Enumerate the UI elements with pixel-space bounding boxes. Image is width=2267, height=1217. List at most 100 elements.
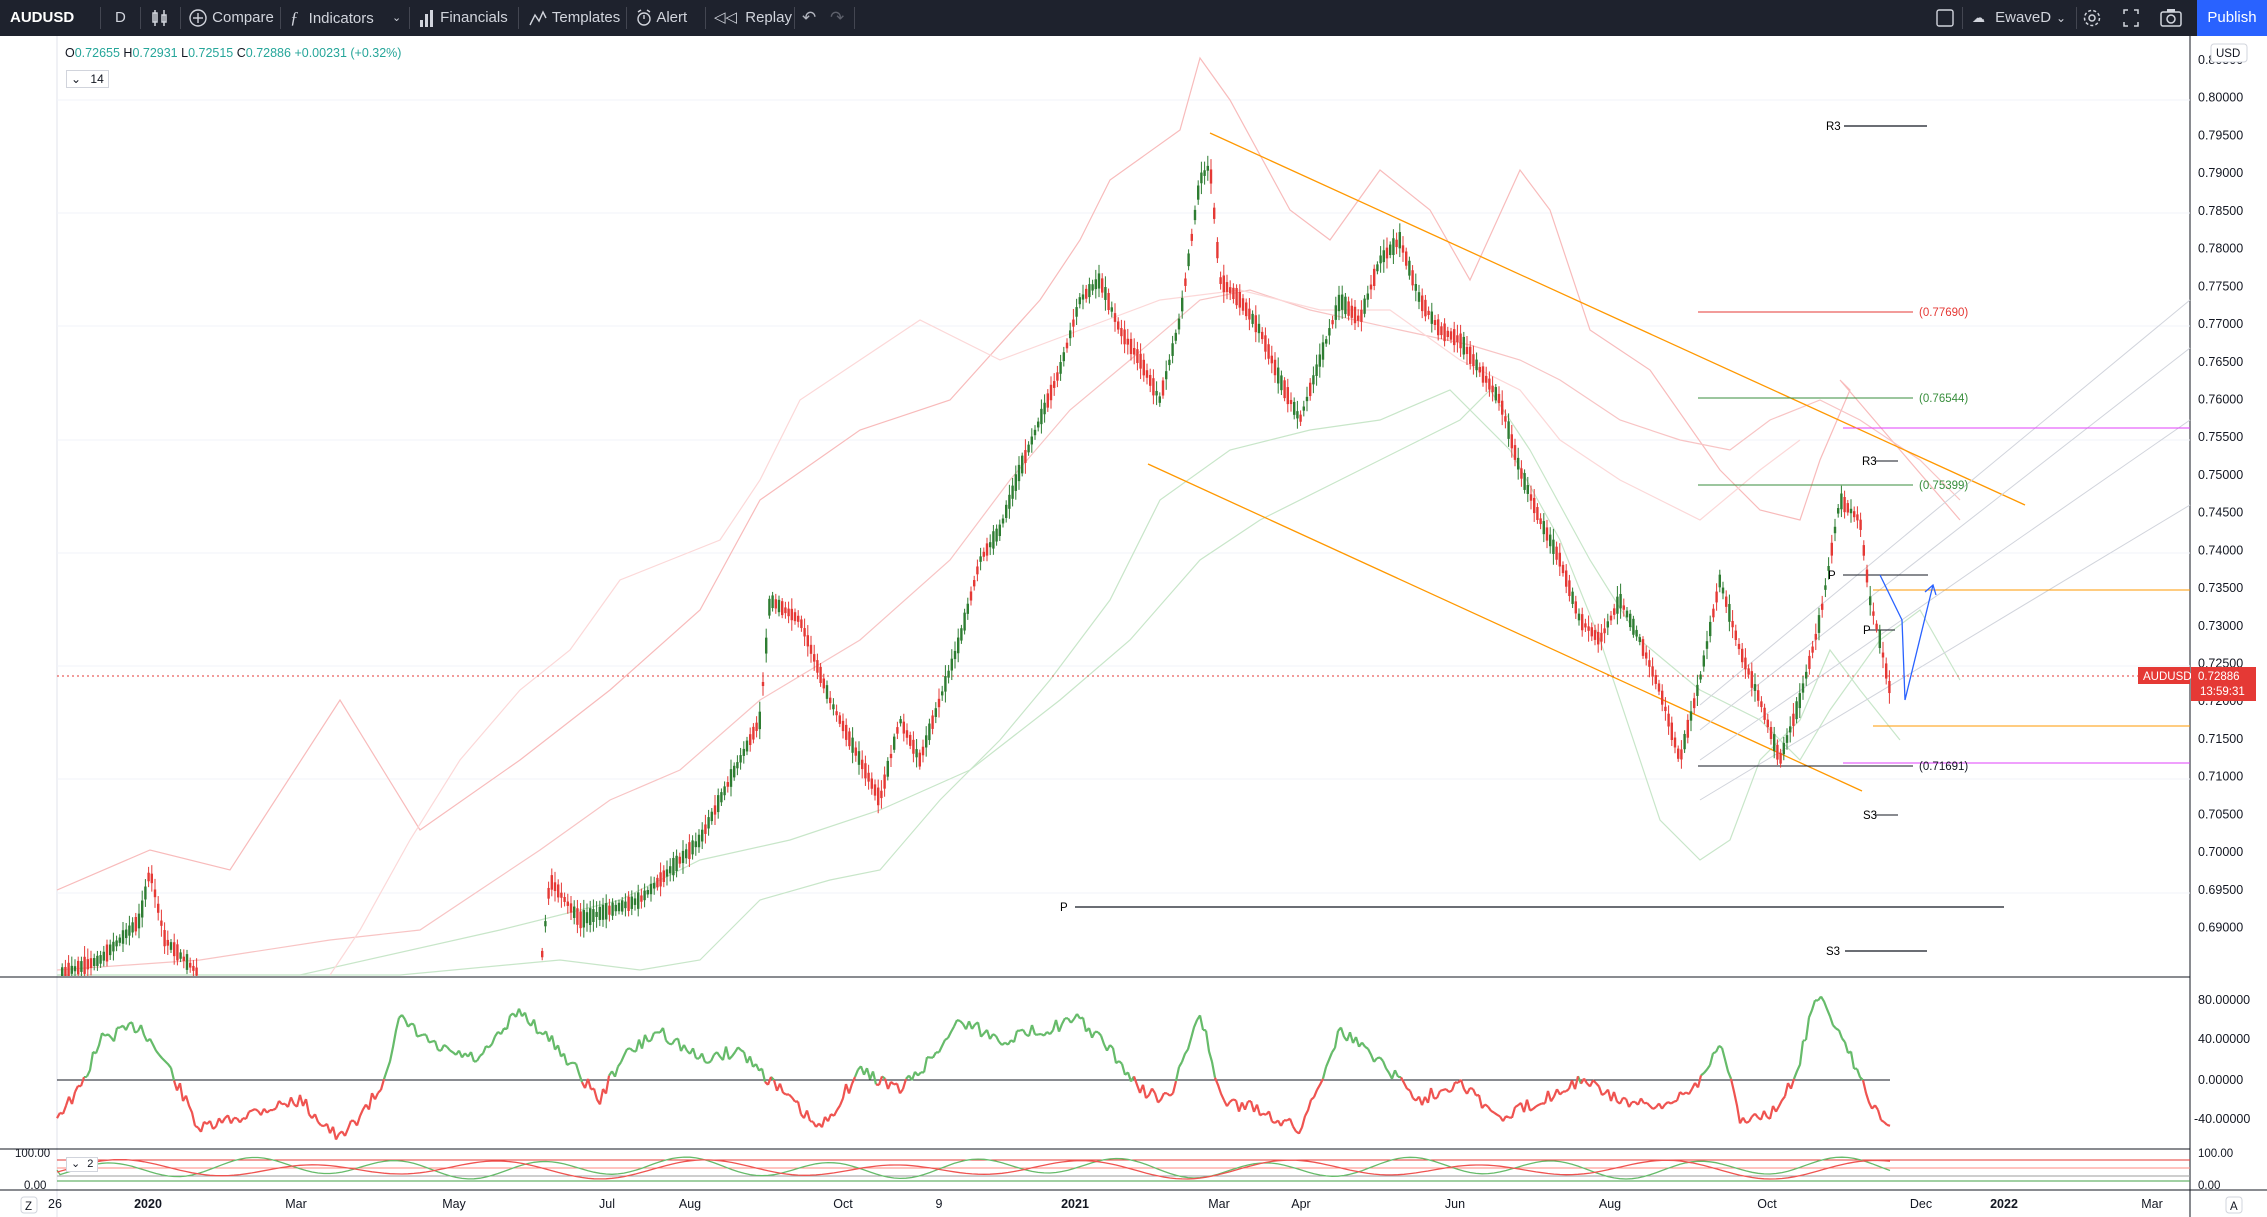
candle-body	[982, 551, 985, 557]
price-axis[interactable]: 0.805000.800000.795000.790000.785000.780…	[2198, 53, 2243, 935]
candle-body	[569, 903, 573, 913]
time-axis[interactable]: 26 2020 Mar May Jul Aug Oct 9 2021 Mar Apr Jun Aug Oc…	[48, 1197, 2163, 1211]
pivot-small2-label: P	[1863, 625, 1871, 637]
candle-body	[768, 598, 771, 616]
financials-button[interactable]: Financials	[418, 0, 508, 36]
candle-body	[630, 896, 633, 909]
interval-button[interactable]: D	[115, 0, 126, 36]
osc-line-negative	[56, 1075, 1891, 1141]
fib-level-1: (0.77690)	[1919, 307, 1968, 319]
currency-selector[interactable]: USD	[2210, 43, 2248, 63]
candle-body	[694, 841, 697, 848]
candle-body	[1245, 302, 1248, 317]
candle-body	[1571, 591, 1574, 604]
candle-body	[787, 608, 790, 617]
candle-body	[1632, 618, 1635, 635]
symbol-search[interactable]: AUDUSD	[10, 0, 74, 36]
candle-body	[77, 960, 80, 975]
stoch-param: 2	[87, 1158, 94, 1170]
fib-level-2: (0.76544)	[1919, 393, 1968, 405]
candle-body	[912, 739, 915, 754]
candle-body	[121, 930, 125, 944]
camera-icon[interactable]	[2159, 0, 2183, 36]
layout-button[interactable]: ☁ EwaveD	[1972, 0, 2051, 36]
chevron-down-icon[interactable]: ⌄	[392, 0, 401, 36]
indicators-button[interactable]: ƒ Indicators	[290, 0, 374, 36]
publish-button[interactable]: Publish	[2197, 0, 2267, 36]
projection-path[interactable]	[1879, 574, 1934, 701]
candle-body	[1088, 284, 1091, 298]
stoch-axis[interactable]: 100.00 0.00 100.00 0.00	[15, 1148, 2233, 1192]
chevron-down-icon[interactable]: ⌄	[71, 72, 81, 86]
candle-body	[928, 723, 931, 741]
alert-button[interactable]: Alert	[635, 0, 687, 36]
toolbar-divider	[854, 7, 855, 29]
chart-canvas[interactable]: R3 P S3 R3 P P S3 (0.77690) (0.76544) (0…	[0, 36, 2267, 1217]
redo-icon[interactable]: ↷	[830, 0, 844, 36]
add-icon	[189, 9, 207, 27]
financials-label: Financials	[440, 9, 508, 26]
candle-body	[784, 607, 787, 614]
trend-channel[interactable]	[1147, 132, 2026, 792]
indicator-legend[interactable]: ⌄ 14	[66, 70, 109, 88]
candle-body	[1865, 569, 1869, 583]
candle-body	[1408, 260, 1411, 276]
fullscreen-toggle-icon[interactable]	[1935, 0, 1955, 36]
stoch-legend[interactable]: ⌄ 2	[66, 1157, 99, 1172]
candle-body	[1142, 359, 1145, 376]
candle-body	[1885, 663, 1888, 679]
candle-body	[761, 681, 765, 687]
maximize-icon[interactable]	[2121, 0, 2141, 36]
s3-label: S3	[1826, 946, 1840, 958]
candle-body	[182, 956, 185, 961]
candle-body	[102, 951, 105, 961]
candle-body	[781, 601, 784, 616]
price-tick: 0.73500	[2198, 581, 2243, 595]
candle-body	[989, 542, 992, 548]
candle-body	[550, 875, 553, 890]
candle-body	[1315, 364, 1318, 376]
osc-axis[interactable]: 80.00000 40.00000 0.00000 -40.00000	[2194, 993, 2250, 1126]
candle-body	[1459, 333, 1462, 349]
chevron-down-icon[interactable]: ⌄	[71, 1158, 80, 1170]
candle-body	[566, 901, 569, 906]
candle-body	[1024, 450, 1027, 463]
time-tick: Apr	[1291, 1197, 1310, 1211]
candle-body	[710, 811, 713, 822]
candle-body	[707, 817, 710, 829]
candle-body	[886, 760, 889, 777]
candle-body	[1081, 294, 1085, 300]
candle-body	[1232, 287, 1235, 300]
candle-body	[1424, 299, 1427, 317]
pitchfork-lines[interactable]	[1699, 299, 2191, 801]
candle-body	[729, 769, 733, 787]
time-axis-buttons[interactable]: Z A	[20, 1196, 2243, 1214]
candle-body	[1001, 518, 1005, 524]
candle-body	[1481, 366, 1485, 383]
candle-body	[70, 965, 73, 974]
candle-body	[1350, 305, 1353, 318]
chart-type-icon[interactable]	[150, 0, 170, 36]
layout-chevron-down-icon[interactable]: ⌄	[2056, 0, 2066, 36]
compare-button[interactable]: Compare	[188, 0, 274, 36]
candle-body	[1341, 294, 1344, 310]
gear-icon[interactable]	[2081, 0, 2103, 36]
undo-icon[interactable]: ↶	[802, 0, 816, 36]
stoch-right-tick: 0.00	[2198, 1180, 2220, 1192]
candle-body	[1558, 552, 1561, 567]
candle-body	[1699, 674, 1702, 680]
candle-body	[1193, 209, 1197, 221]
high-value: 0.72931	[132, 46, 178, 60]
pivot-levels[interactable]	[1075, 125, 2190, 952]
candle-body	[1625, 610, 1629, 618]
replay-button[interactable]: ◁◁ Replay	[714, 0, 792, 36]
candle-body	[1497, 393, 1501, 404]
candle-body	[1577, 613, 1581, 621]
cloud-icon: ☁	[1972, 10, 1985, 25]
candle-body	[717, 795, 720, 813]
candle-body	[1760, 701, 1763, 708]
candle-body	[1257, 323, 1261, 334]
templates-button[interactable]: Templates	[528, 0, 620, 36]
candle-body	[614, 904, 617, 912]
candle-body	[845, 724, 848, 740]
